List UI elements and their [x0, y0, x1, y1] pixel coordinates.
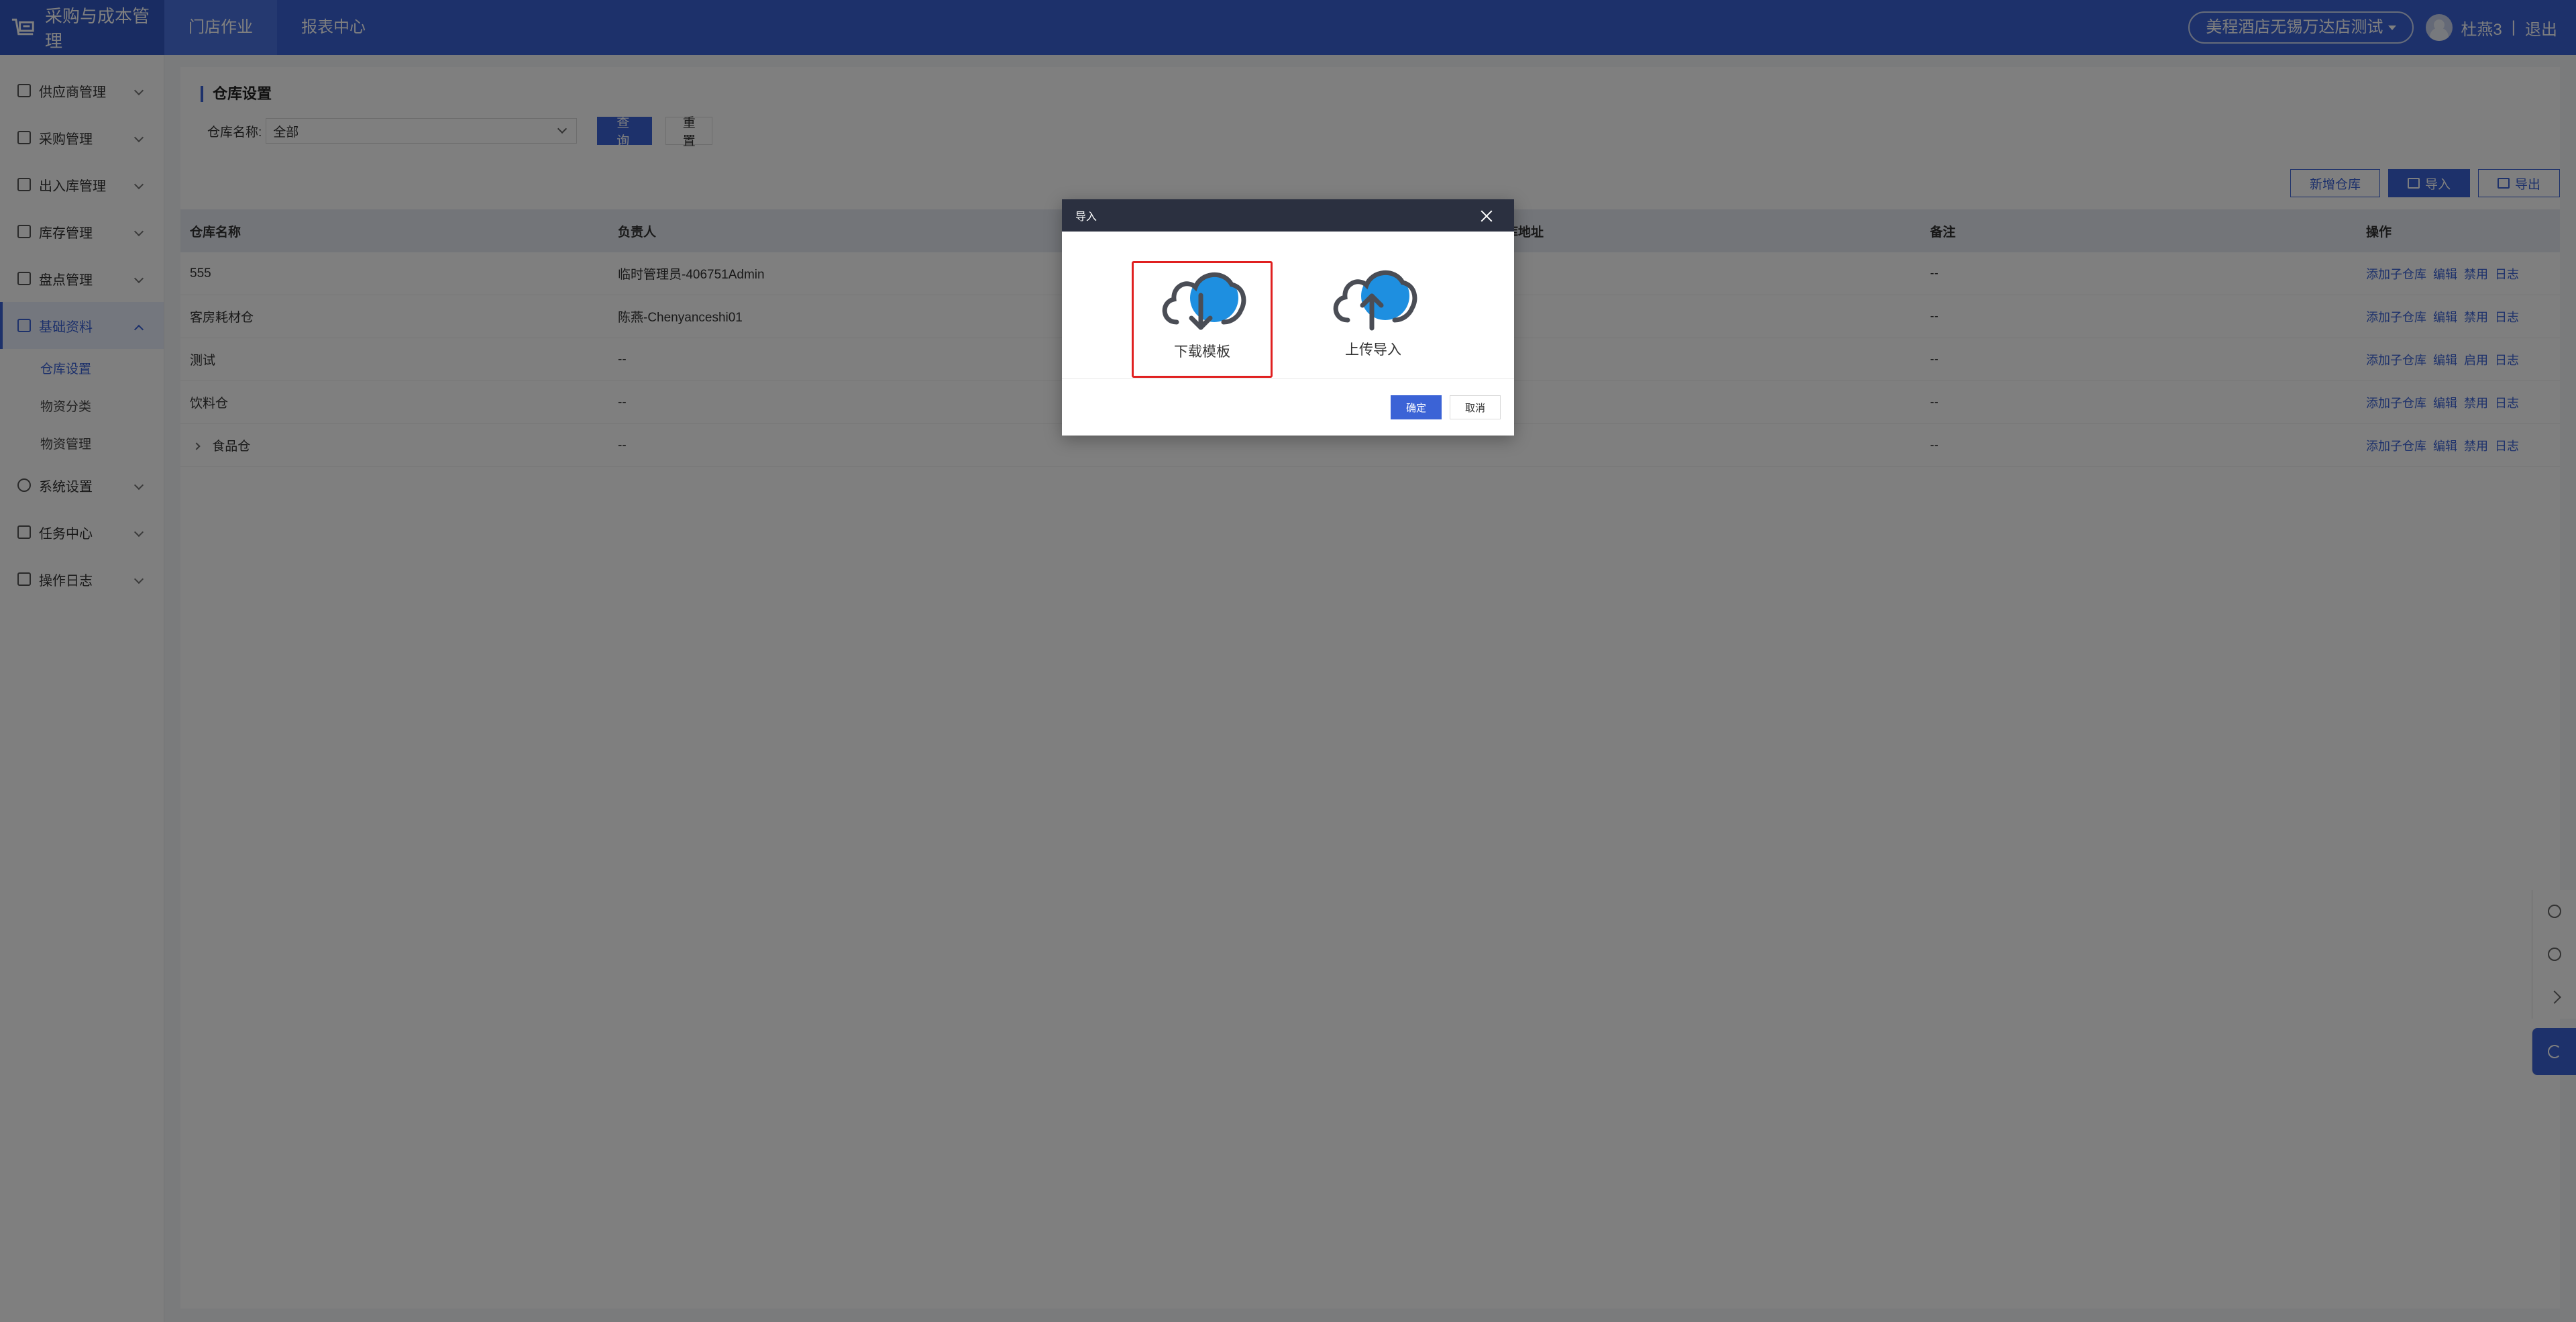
- cloud-upload-icon: [1333, 270, 1417, 331]
- modal-overlay[interactable]: [0, 0, 2576, 1322]
- cloud-download-icon: [1162, 272, 1246, 330]
- import-dialog: 导入 下载模板 上传导入 确定 取消: [1062, 199, 1514, 436]
- download-template-option[interactable]: 下载模板: [1132, 261, 1273, 378]
- dialog-body: 下载模板 上传导入: [1062, 232, 1514, 379]
- confirm-button[interactable]: 确定: [1391, 395, 1442, 419]
- dialog-title: 导入: [1075, 211, 1097, 223]
- upload-import-label: 上传导入: [1345, 342, 1401, 358]
- dialog-footer: 确定 取消: [1062, 379, 1514, 436]
- cancel-button[interactable]: 取消: [1450, 395, 1501, 419]
- dialog-header: 导入: [1062, 199, 1514, 232]
- download-template-label: 下载模板: [1174, 344, 1230, 360]
- close-icon[interactable]: [1479, 209, 1494, 223]
- upload-import-option[interactable]: 上传导入: [1303, 261, 1444, 378]
